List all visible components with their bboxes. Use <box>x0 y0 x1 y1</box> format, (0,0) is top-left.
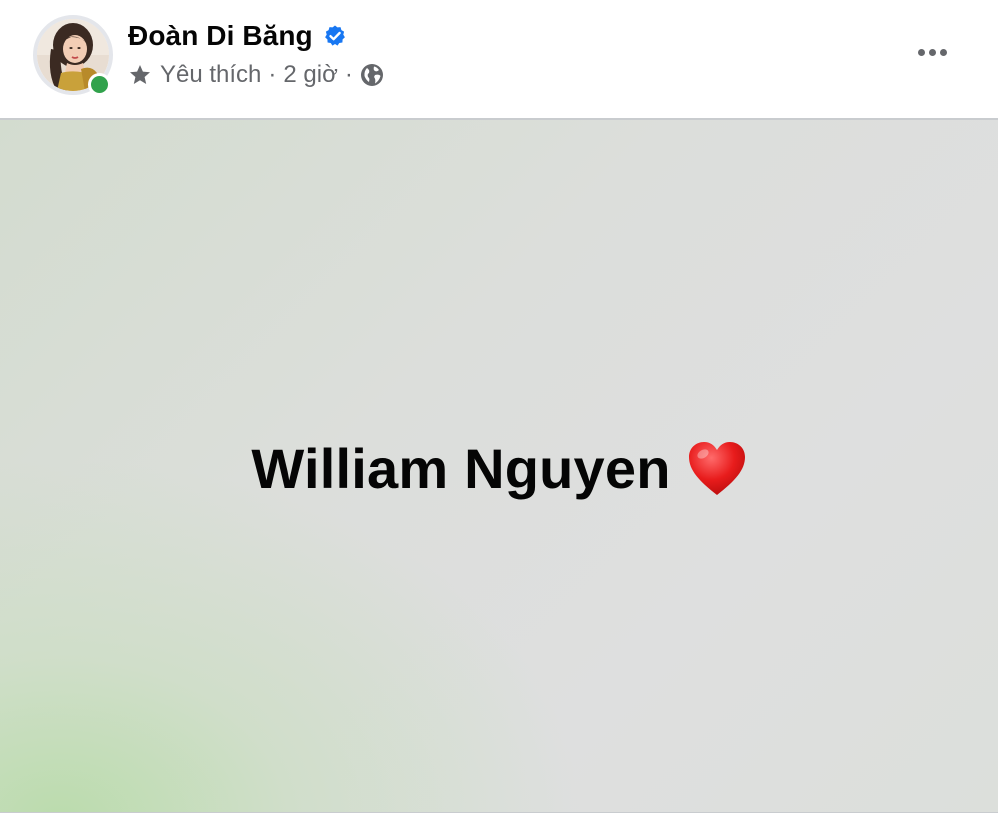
author-row: Đoàn Di Băng <box>128 16 347 56</box>
status-background-card[interactable]: William Nguyen <box>0 120 998 812</box>
post-timestamp[interactable]: 2 giờ <box>283 61 337 89</box>
star-icon <box>128 63 152 87</box>
status-text: William Nguyen <box>251 437 671 500</box>
post-header: Đoàn Di Băng Yêu thích · 2 giờ · <box>0 0 998 118</box>
author-avatar[interactable] <box>33 15 113 96</box>
audience-label[interactable]: Yêu thích <box>160 61 261 89</box>
online-status-indicator <box>88 73 111 96</box>
more-horizontal-icon-dot <box>939 48 947 56</box>
globe-icon[interactable] <box>360 63 384 87</box>
status-text-row: William Nguyen <box>0 436 998 501</box>
post-footer-edge <box>0 812 998 818</box>
verified-badge-icon <box>323 24 347 48</box>
meta-separator: · <box>344 61 353 88</box>
post-meta: Yêu thích · 2 giờ · <box>128 58 384 92</box>
facebook-post: Đoàn Di Băng Yêu thích · 2 giờ · William… <box>0 0 998 818</box>
author-name[interactable]: Đoàn Di Băng <box>128 20 313 52</box>
heart-icon <box>687 440 747 498</box>
more-horizontal-icon-dot <box>928 48 936 56</box>
more-options-button[interactable] <box>906 32 958 72</box>
more-horizontal-icon <box>917 48 925 56</box>
meta-separator: · <box>268 61 277 88</box>
